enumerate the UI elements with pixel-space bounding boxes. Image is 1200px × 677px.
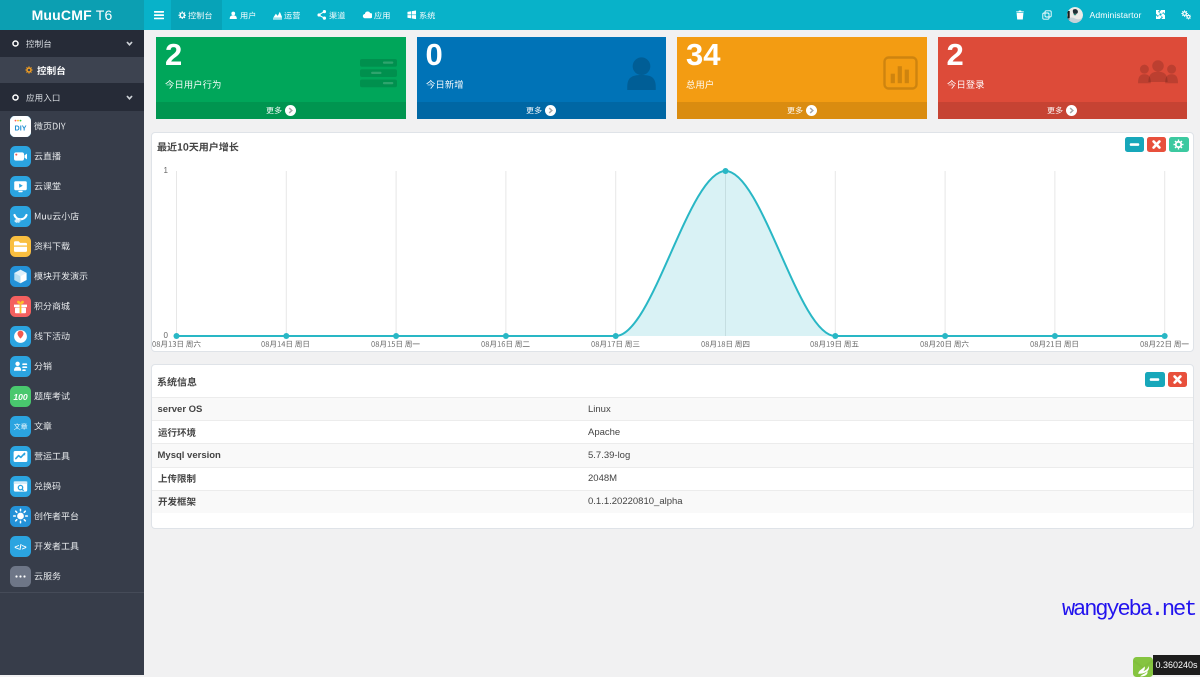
- svg-text:DIY: DIY: [15, 123, 27, 132]
- svg-text:</>: </>: [14, 541, 26, 551]
- svg-text:100: 100: [13, 392, 28, 402]
- svg-text:云小店: 云小店: [14, 218, 22, 222]
